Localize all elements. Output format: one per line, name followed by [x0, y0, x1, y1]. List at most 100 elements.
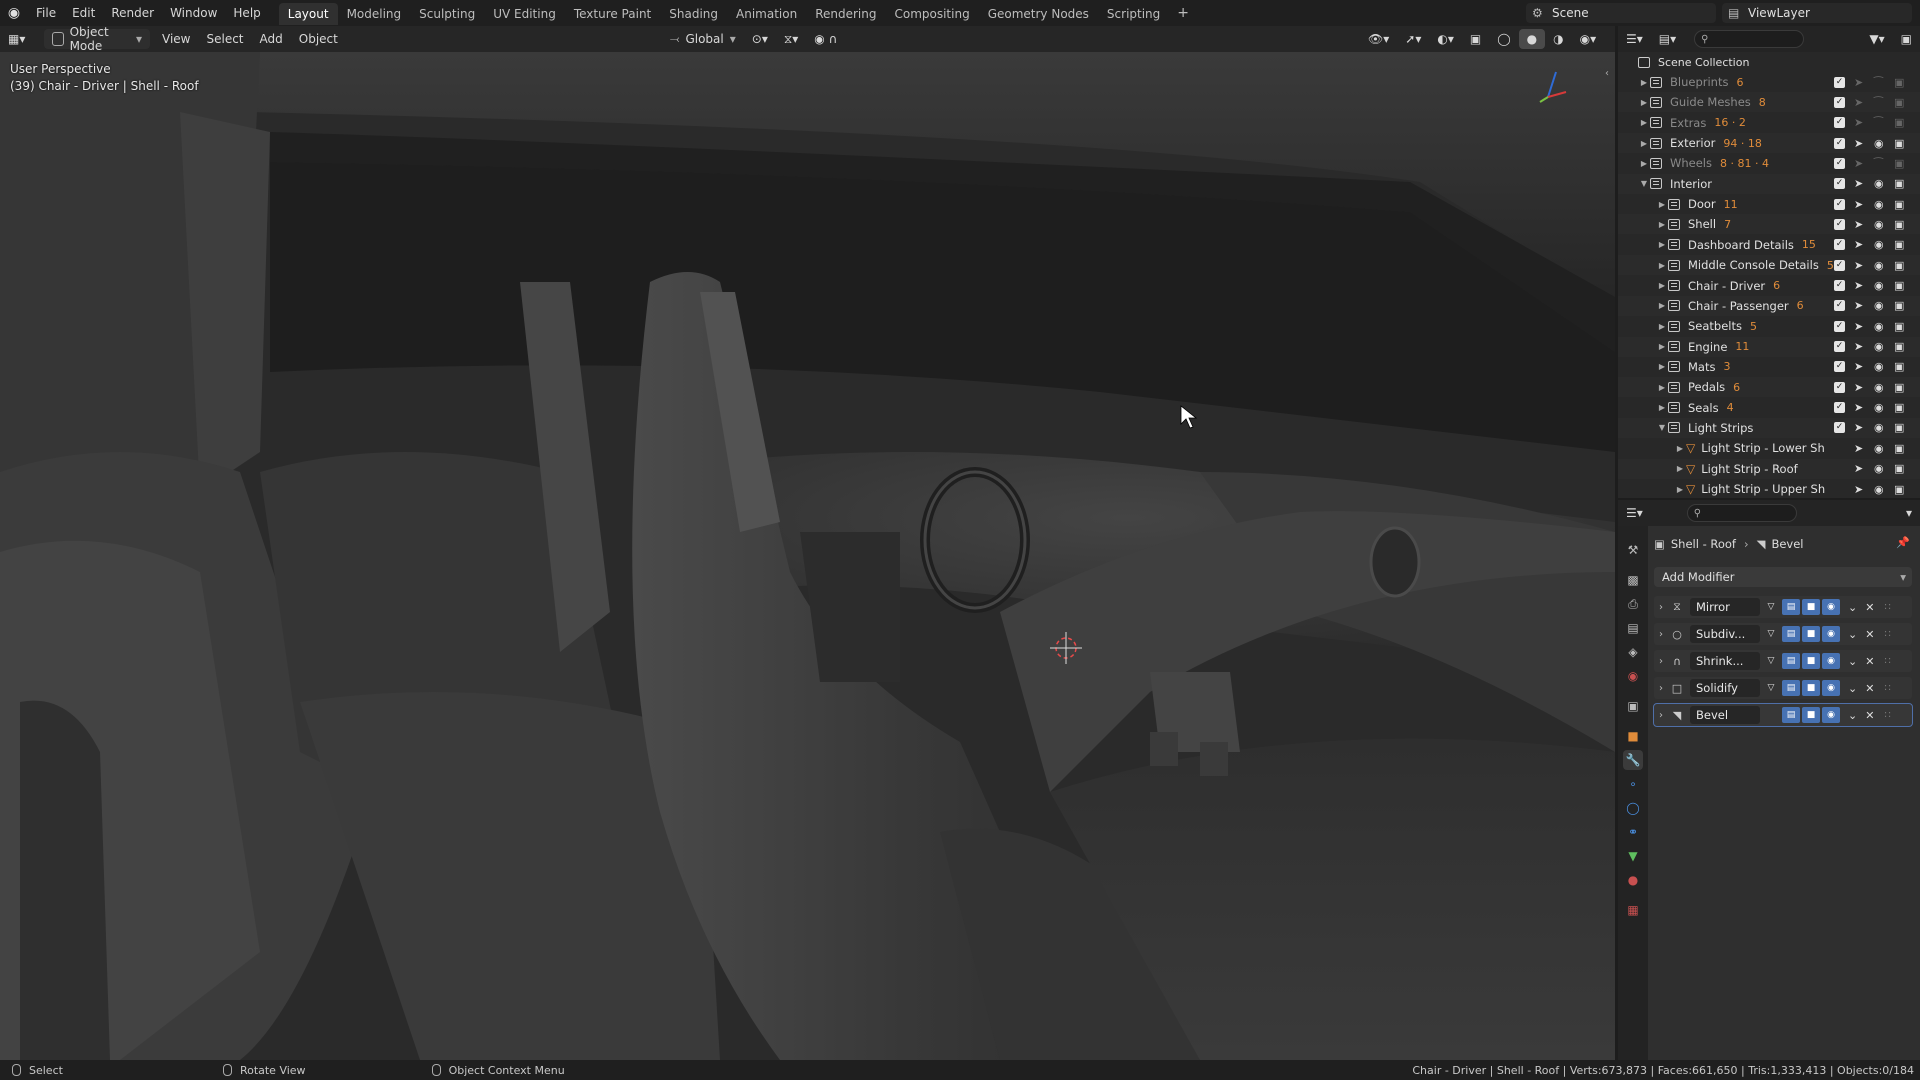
xray-icon[interactable]: ▣ [1462, 29, 1489, 49]
outliner-row[interactable]: ▼ Light Strips ✓ ➤ ◉ ▣ [1618, 417, 1920, 438]
eye-icon[interactable]: ◉ [1874, 421, 1884, 434]
expand-arrow-down-icon[interactable]: ▼ [1638, 179, 1650, 188]
exclude-checkbox[interactable]: ✓ [1834, 218, 1845, 230]
selectable-toggle-icon[interactable]: ➤ [1854, 299, 1863, 312]
exclude-checkbox[interactable]: ✓ [1834, 157, 1845, 169]
expand-arrow-down-icon[interactable]: ▼ [1656, 423, 1668, 432]
tab-modeling[interactable]: Modeling [338, 3, 411, 25]
render-toggle-icon[interactable]: ◉ [1822, 707, 1840, 723]
expand-arrow-right-icon[interactable]: ▶ [1656, 200, 1668, 209]
outliner-row[interactable]: ▶ Door 11 ✓ ➤ ◉ ▣ [1618, 194, 1920, 214]
modifier-shrink[interactable]: › ∩ Shrink... ▽ ▤ ■ ◉ ⌄ ✕ ∷ [1654, 650, 1912, 672]
exclude-checkbox[interactable]: ✓ [1834, 96, 1845, 108]
snap-button[interactable]: ⧖▾ [776, 29, 806, 49]
selectable-toggle-icon[interactable]: ➤ [1854, 360, 1863, 373]
expand-chevron-icon[interactable]: › [1654, 710, 1668, 721]
filter-icon[interactable]: ▼▾ [1861, 29, 1892, 49]
tab-rendering[interactable]: Rendering [806, 3, 885, 25]
constraints-tab-icon[interactable]: ⚭ [1623, 822, 1643, 842]
editmode-toggle-icon[interactable]: ▤ [1782, 707, 1800, 723]
selectable-toggle-icon[interactable]: ➤ [1854, 218, 1863, 231]
exclude-checkbox[interactable]: ✓ [1834, 381, 1845, 393]
render-camera-icon[interactable]: ▣ [1894, 462, 1904, 475]
eye-icon[interactable]: ◉ [1874, 137, 1884, 150]
scene-tab-icon[interactable]: ◈ [1623, 642, 1643, 662]
outliner-row[interactable]: ▶ ▽ Light Strip - Upper Sh ➤ ◉ ▣ [1618, 479, 1920, 499]
render-camera-icon[interactable]: ▣ [1894, 381, 1904, 394]
eye-icon[interactable]: ◉ [1874, 198, 1884, 211]
gizmo-icon[interactable]: ➚▾ [1397, 29, 1429, 49]
expand-chevron-icon[interactable]: › [1654, 656, 1668, 667]
viewport-toggle-icon[interactable]: ■ [1802, 626, 1820, 642]
outliner-row[interactable]: ▶ Chair - Driver 6 ✓ ➤ ◉ ▣ [1618, 276, 1920, 296]
material-tab-icon[interactable]: ● [1623, 870, 1643, 890]
expand-arrow-right-icon[interactable]: ▶ [1674, 485, 1686, 494]
expand-arrow-right-icon[interactable]: ▶ [1656, 403, 1668, 412]
selectable-toggle-icon[interactable]: ➤ [1854, 320, 1863, 333]
transform-orientation-selector[interactable]: ⤙ Global ▾ [662, 29, 744, 49]
eye-closed-icon[interactable]: ⁀ [1874, 76, 1883, 89]
outliner-editor-type-button[interactable]: ☰▾ [1618, 29, 1651, 49]
selectable-toggle-icon[interactable]: ➤ [1854, 157, 1863, 170]
render-camera-icon[interactable]: ▣ [1894, 320, 1904, 333]
tab-compositing[interactable]: Compositing [885, 3, 978, 25]
drag-handle-icon[interactable]: ∷ [1884, 710, 1890, 721]
editmode-toggle-icon[interactable]: ▤ [1782, 599, 1800, 615]
selectable-toggle-icon[interactable]: ➤ [1854, 137, 1863, 150]
scene-selector[interactable]: ⚙ Scene [1526, 3, 1716, 23]
render-camera-icon[interactable]: ▣ [1894, 137, 1904, 150]
selectable-toggle-icon[interactable]: ➤ [1854, 401, 1863, 414]
outliner-row[interactable]: ▶ Exterior 94 · 18 ✓ ➤ ◉ ▣ [1618, 133, 1920, 154]
outliner-row[interactable]: ▶ Mats 3 ✓ ➤ ◉ ▣ [1618, 357, 1920, 377]
render-camera-icon[interactable]: ▣ [1894, 238, 1904, 251]
display-mode-button[interactable]: ▤▾ [1651, 29, 1684, 49]
remove-modifier-icon[interactable]: ✕ [1865, 601, 1874, 614]
remove-modifier-icon[interactable]: ✕ [1865, 682, 1874, 695]
expand-chevron-icon[interactable]: › [1654, 629, 1668, 640]
outliner-row[interactable]: ▶ Seals 4 ✓ ➤ ◉ ▣ [1618, 398, 1920, 418]
expand-arrow-right-icon[interactable]: ▶ [1638, 139, 1650, 148]
outliner-row[interactable]: ▶ Guide Meshes 8 ✓ ➤ ⁀ ▣ [1618, 92, 1920, 113]
selectable-toggle-icon[interactable]: ➤ [1854, 76, 1863, 89]
on-cage-toggle-icon[interactable]: ▽ [1762, 680, 1780, 696]
tab-scripting[interactable]: Scripting [1098, 3, 1169, 25]
modifier-tab-icon[interactable]: 🔧 [1623, 750, 1643, 770]
tab-texture-paint[interactable]: Texture Paint [565, 3, 660, 25]
pin-icon[interactable]: 📌 [1896, 536, 1910, 549]
modifier-menu-chevron-icon[interactable]: ⌄ [1848, 709, 1857, 722]
drag-handle-icon[interactable]: ∷ [1884, 602, 1890, 613]
outliner-row[interactable]: ▶ Pedals 6 ✓ ➤ ◉ ▣ [1618, 377, 1920, 398]
viewport-toggle-icon[interactable]: ■ [1802, 707, 1820, 723]
selectable-toggle-icon[interactable]: ➤ [1854, 483, 1863, 496]
scene-collection-row[interactable]: Scene Collection [1618, 52, 1920, 72]
selectable-toggle-icon[interactable]: ➤ [1854, 177, 1863, 190]
blender-logo-icon[interactable]: ◉ [0, 0, 28, 26]
menu-render[interactable]: Render [103, 0, 162, 26]
exclude-checkbox[interactable]: ✓ [1834, 178, 1845, 190]
exclude-checkbox[interactable]: ✓ [1834, 341, 1845, 353]
exclude-checkbox[interactable]: ✓ [1834, 137, 1845, 149]
exclude-checkbox[interactable]: ✓ [1834, 198, 1845, 210]
remove-modifier-icon[interactable]: ✕ [1865, 655, 1874, 668]
modifier-name-field[interactable]: Solidify [1690, 679, 1760, 697]
render-camera-icon[interactable]: ▣ [1894, 96, 1904, 109]
object-tab-icon[interactable]: ■ [1623, 726, 1643, 746]
proportional-editing-button[interactable]: ◉ ∩ [806, 29, 845, 49]
render-camera-icon[interactable]: ▣ [1894, 218, 1904, 231]
shading-wireframe-icon[interactable]: ◯ [1489, 29, 1518, 49]
modifier-name-field[interactable]: Mirror [1690, 598, 1760, 616]
physics-tab-icon[interactable]: ◯ [1623, 798, 1643, 818]
eye-closed-icon[interactable]: ⁀ [1874, 96, 1883, 109]
eye-icon[interactable]: ◉ [1874, 381, 1884, 394]
modifier-name-field[interactable]: Bevel [1690, 706, 1760, 724]
editmode-toggle-icon[interactable]: ▤ [1782, 626, 1800, 642]
modifier-menu-chevron-icon[interactable]: ⌄ [1848, 655, 1857, 668]
expand-arrow-right-icon[interactable]: ▶ [1674, 444, 1686, 453]
tab-animation[interactable]: Animation [727, 3, 806, 25]
visibility-icon[interactable]: 👁▾ [1360, 29, 1397, 49]
drag-handle-icon[interactable]: ∷ [1884, 683, 1890, 694]
render-tab-icon[interactable]: ▩ [1623, 570, 1643, 590]
eye-icon[interactable]: ◉ [1874, 320, 1884, 333]
shading-material-icon[interactable]: ◑ [1545, 29, 1571, 49]
render-camera-icon[interactable]: ▣ [1894, 442, 1904, 455]
